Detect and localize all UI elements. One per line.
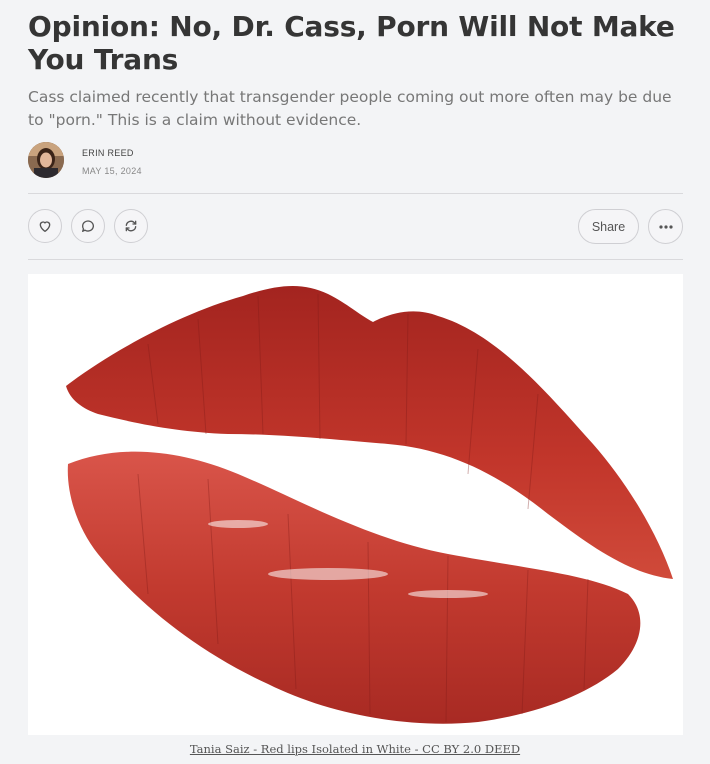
divider: [28, 259, 683, 260]
hero-image[interactable]: [28, 274, 683, 735]
author-avatar[interactable]: [28, 142, 64, 178]
article-subtitle: Cass claimed recently that transgender p…: [28, 88, 672, 129]
heart-icon: [39, 221, 51, 232]
restack-icon: [125, 220, 137, 232]
share-button[interactable]: Share: [578, 209, 639, 244]
red-lips-image: [66, 285, 673, 724]
article-title: Opinion: No, Dr. Cass, Porn Will Not Mak…: [28, 10, 675, 76]
article-page: Opinion: No, Dr. Cass, Porn Will Not Mak…: [0, 0, 710, 764]
restack-button[interactable]: [114, 209, 148, 243]
more-icon: [658, 224, 673, 229]
author-name[interactable]: ERIN REED: [82, 148, 134, 158]
publish-date: MAY 15, 2024: [82, 166, 142, 176]
comment-icon: [82, 220, 94, 232]
image-caption-link[interactable]: Tania Saiz - Red lips Isolated in White …: [0, 742, 710, 756]
divider: [28, 193, 683, 194]
more-options-button[interactable]: [648, 209, 683, 244]
like-button[interactable]: [28, 209, 62, 243]
comment-button[interactable]: [71, 209, 105, 243]
